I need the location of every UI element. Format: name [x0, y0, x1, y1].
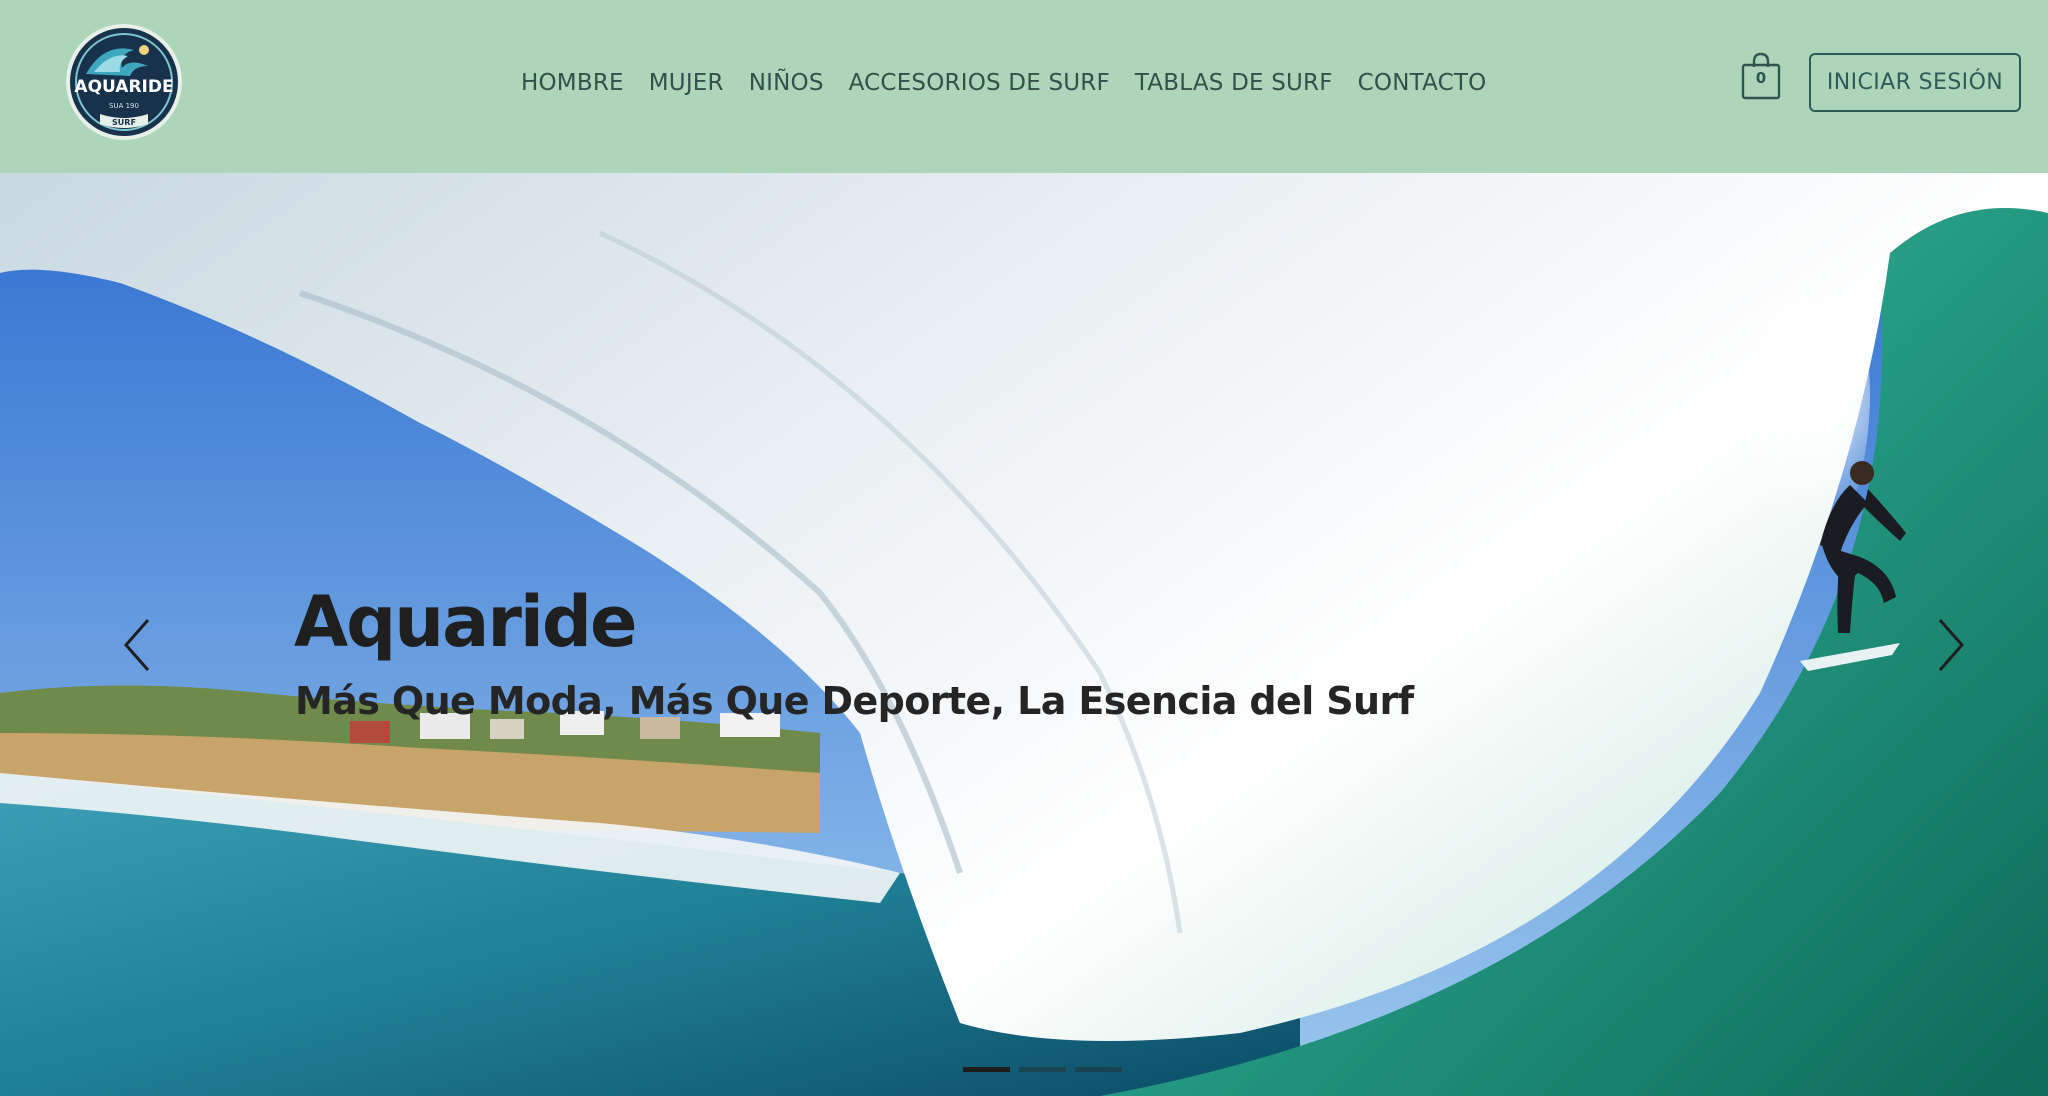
carousel-next-button[interactable]	[1930, 610, 1974, 680]
cart-count-badge: 0	[1755, 69, 1767, 87]
nav-item-tablas-de-surf[interactable]: TABLAS DE SURF	[1135, 70, 1333, 96]
hero-title: Aquaride	[294, 581, 637, 663]
nav-item-ninos[interactable]: NIÑOS	[749, 70, 824, 96]
chevron-right-icon	[1938, 619, 1964, 671]
site-header: AQUARIDE SUA 190 SURF HOMBRE MUJER NIÑOS…	[0, 0, 2048, 173]
brand-logo[interactable]: AQUARIDE SUA 190 SURF	[64, 22, 184, 142]
svg-text:AQUARIDE: AQUARIDE	[74, 77, 173, 97]
carousel-indicator-1[interactable]	[963, 1067, 1010, 1072]
cart-button[interactable]: 0	[1741, 52, 1781, 100]
carousel-indicator-3[interactable]	[1075, 1067, 1122, 1072]
carousel-indicator-2[interactable]	[1019, 1067, 1066, 1072]
page: AQUARIDE SUA 190 SURF HOMBRE MUJER NIÑOS…	[0, 0, 2048, 1096]
carousel-indicators	[963, 1067, 1122, 1072]
nav-item-accesorios-de-surf[interactable]: ACCESORIOS DE SURF	[849, 70, 1110, 96]
nav-item-mujer[interactable]: MUJER	[649, 70, 724, 96]
nav-item-hombre[interactable]: HOMBRE	[521, 70, 624, 96]
carousel-prev-button[interactable]	[114, 610, 158, 680]
svg-text:SURF: SURF	[112, 118, 136, 127]
main-nav: HOMBRE MUJER NIÑOS ACCESORIOS DE SURF TA…	[521, 66, 1486, 100]
logo-badge-icon: AQUARIDE SUA 190 SURF	[66, 24, 182, 140]
svg-text:SUA 190: SUA 190	[109, 102, 139, 110]
login-button[interactable]: INICIAR SESIÓN	[1809, 53, 2021, 112]
nav-item-contacto[interactable]: CONTACTO	[1358, 70, 1487, 96]
hero-carousel: Aquaride Más Que Moda, Más Que Deporte, …	[0, 173, 2048, 1096]
hero-subtitle: Más Que Moda, Más Que Deporte, La Esenci…	[295, 679, 1414, 723]
chevron-left-icon	[124, 619, 150, 671]
